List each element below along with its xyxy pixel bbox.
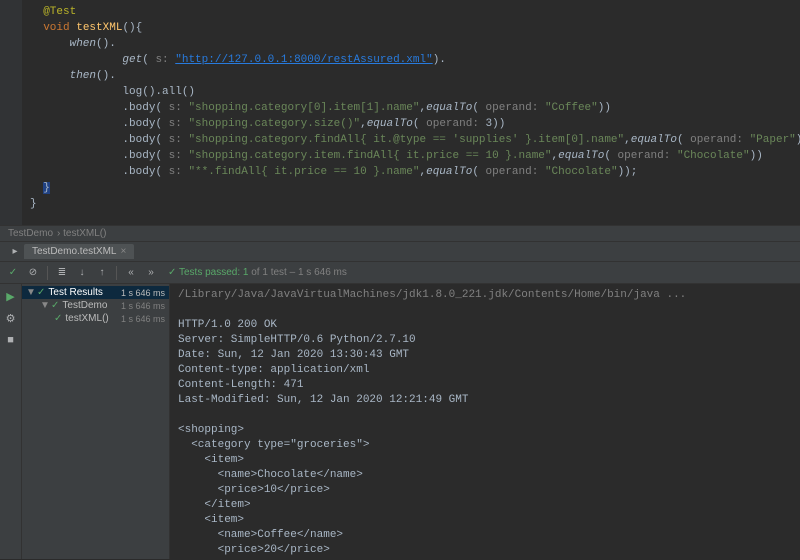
code-editor[interactable]: @Test void testXML(){ when(). get( s: "h… <box>0 0 800 225</box>
tree-node-class[interactable]: ▼✓TestDemo 1 s 646 ms <box>22 299 169 312</box>
run-tab-label: TestDemo.testXML <box>32 246 116 257</box>
tree-node-method[interactable]: ✓testXML() 1 s 646 ms <box>22 312 169 325</box>
test-tree[interactable]: ▼✓Test Results 1 s 646 ms ▼✓TestDemo 1 s… <box>22 284 170 559</box>
annotation: @Test <box>43 6 76 18</box>
request-url: "http://127.0.0.1:8000/restAssured.xml" <box>175 54 432 66</box>
breadcrumb-method[interactable]: testXML() <box>63 228 106 239</box>
method-name: testXML <box>76 22 122 34</box>
console-output[interactable]: /Library/Java/JavaVirtualMachines/jdk1.8… <box>170 284 800 559</box>
rerun-icon[interactable]: ▶ <box>2 288 20 306</box>
check-icon[interactable]: ✓ <box>4 264 22 282</box>
run-side-toolbar: ▶ ⚙ ■ <box>0 284 22 559</box>
run-icon[interactable]: ▸ <box>6 243 24 261</box>
tree-root[interactable]: ▼✓Test Results 1 s 646 ms <box>22 286 169 299</box>
collapse-icon[interactable]: ↑ <box>93 264 111 282</box>
test-status: ✓ Tests passed: 1 of 1 test – 1 s 646 ms <box>168 267 347 278</box>
run-toolbar: ✓ ⊘ ≣ ↓ ↑ « » ✓ Tests passed: 1 of 1 tes… <box>0 262 800 284</box>
run-tool-tabs: ▸ TestDemo.testXML × <box>0 242 800 262</box>
run-panel: ▶ ⚙ ■ ▼✓Test Results 1 s 646 ms ▼✓TestDe… <box>0 284 800 559</box>
run-tab[interactable]: TestDemo.testXML × <box>24 244 134 259</box>
config-icon[interactable]: ⚙ <box>2 310 20 328</box>
breadcrumb-class[interactable]: TestDemo <box>8 228 53 239</box>
close-icon[interactable]: × <box>120 246 126 257</box>
java-command: /Library/Java/JavaVirtualMachines/jdk1.8… <box>178 288 792 303</box>
next-icon[interactable]: » <box>142 264 160 282</box>
stop-icon[interactable]: ■ <box>2 332 20 350</box>
expand-icon[interactable]: ↓ <box>73 264 91 282</box>
prev-icon[interactable]: « <box>122 264 140 282</box>
editor-gutter <box>0 0 22 225</box>
filter-icon[interactable]: ⊘ <box>24 264 42 282</box>
sort-icon[interactable]: ≣ <box>53 264 71 282</box>
breadcrumb: TestDemo› testXML() <box>0 225 800 242</box>
